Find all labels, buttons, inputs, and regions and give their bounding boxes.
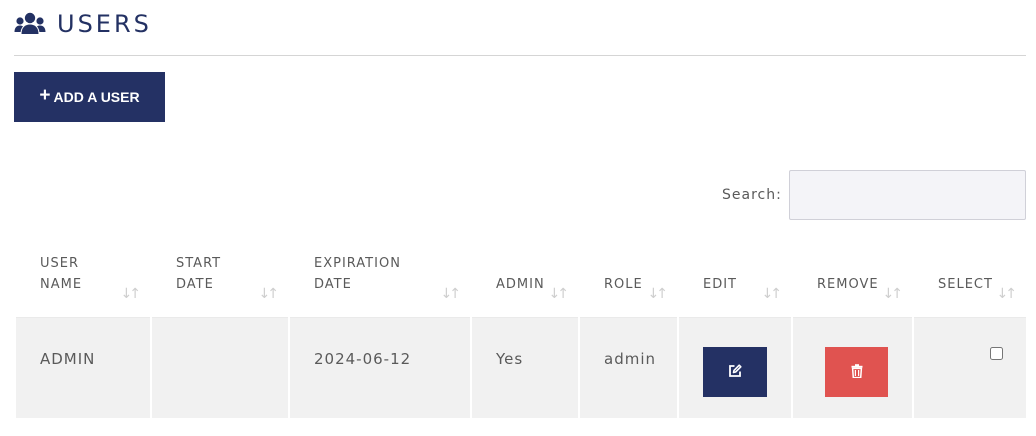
column-header-label: SELECT [938, 277, 993, 292]
column-header-label: REMOVE [817, 277, 879, 292]
column-header-label: START [176, 256, 222, 271]
cell-user-name: ADMIN [16, 318, 150, 418]
column-header-select[interactable]: SELECT ↓↑ [914, 243, 1026, 318]
page-header: USERS [14, 6, 1026, 56]
cell-admin: Yes [472, 318, 578, 418]
column-header-label: ADMIN [496, 277, 545, 292]
page-title: USERS [57, 10, 152, 38]
column-header-label: DATE [314, 277, 352, 292]
cell-remove [793, 318, 912, 418]
edit-icon [728, 363, 742, 381]
users-page: USERS + ADD A USER Search: USER NAME ↓↑ [0, 0, 1036, 436]
sort-icon[interactable]: ↓↑ [441, 284, 462, 305]
cell-edit [679, 318, 791, 418]
column-header-label: USER [40, 256, 80, 271]
sort-icon[interactable]: ↓↑ [549, 284, 570, 305]
edit-button[interactable] [703, 347, 767, 397]
column-header-role[interactable]: ROLE ↓↑ [580, 243, 677, 318]
table-header-row: USER NAME ↓↑ START DATE ↓↑ EXPIRATION DA… [16, 243, 1026, 318]
users-table: USER NAME ↓↑ START DATE ↓↑ EXPIRATION DA… [14, 243, 1028, 418]
cell-expiration-date: 2024-06-12 [290, 318, 470, 418]
column-header-start-date[interactable]: START DATE ↓↑ [152, 243, 288, 318]
plus-icon: + [39, 85, 51, 106]
sort-icon[interactable]: ↓↑ [259, 284, 280, 305]
cell-start-date [152, 318, 288, 418]
add-user-button[interactable]: + ADD A USER [14, 72, 165, 122]
column-header-label: EDIT [703, 277, 737, 292]
column-header-edit[interactable]: EDIT ↓↑ [679, 243, 791, 318]
column-header-admin[interactable]: ADMIN ↓↑ [472, 243, 578, 318]
cell-role: admin [580, 318, 677, 418]
trash-icon [851, 363, 863, 381]
cell-select [914, 318, 1026, 418]
column-header-label: ROLE [604, 277, 643, 292]
column-header-label: DATE [176, 277, 214, 292]
column-header-label: EXPIRATION [314, 256, 401, 271]
users-icon [14, 12, 46, 38]
table-row: ADMIN 2024-06-12 Yes admin [16, 318, 1026, 418]
select-checkbox[interactable] [990, 347, 1003, 360]
column-header-expiration-date[interactable]: EXPIRATION DATE ↓↑ [290, 243, 470, 318]
column-header-user-name[interactable]: USER NAME ↓↑ [16, 243, 150, 318]
sort-icon[interactable]: ↓↑ [997, 284, 1018, 305]
sort-icon[interactable]: ↓↑ [883, 284, 904, 305]
column-header-remove[interactable]: REMOVE ↓↑ [793, 243, 912, 318]
remove-button[interactable] [825, 347, 888, 397]
sort-icon[interactable]: ↓↑ [648, 284, 669, 305]
column-header-label: NAME [40, 277, 83, 292]
sort-icon[interactable]: ↓↑ [121, 284, 142, 305]
sort-icon[interactable]: ↓↑ [762, 284, 783, 305]
search-label: Search: [722, 187, 782, 203]
search-area: Search: [722, 170, 1026, 220]
add-user-label: ADD A USER [53, 89, 140, 105]
search-input[interactable] [788, 170, 1026, 220]
